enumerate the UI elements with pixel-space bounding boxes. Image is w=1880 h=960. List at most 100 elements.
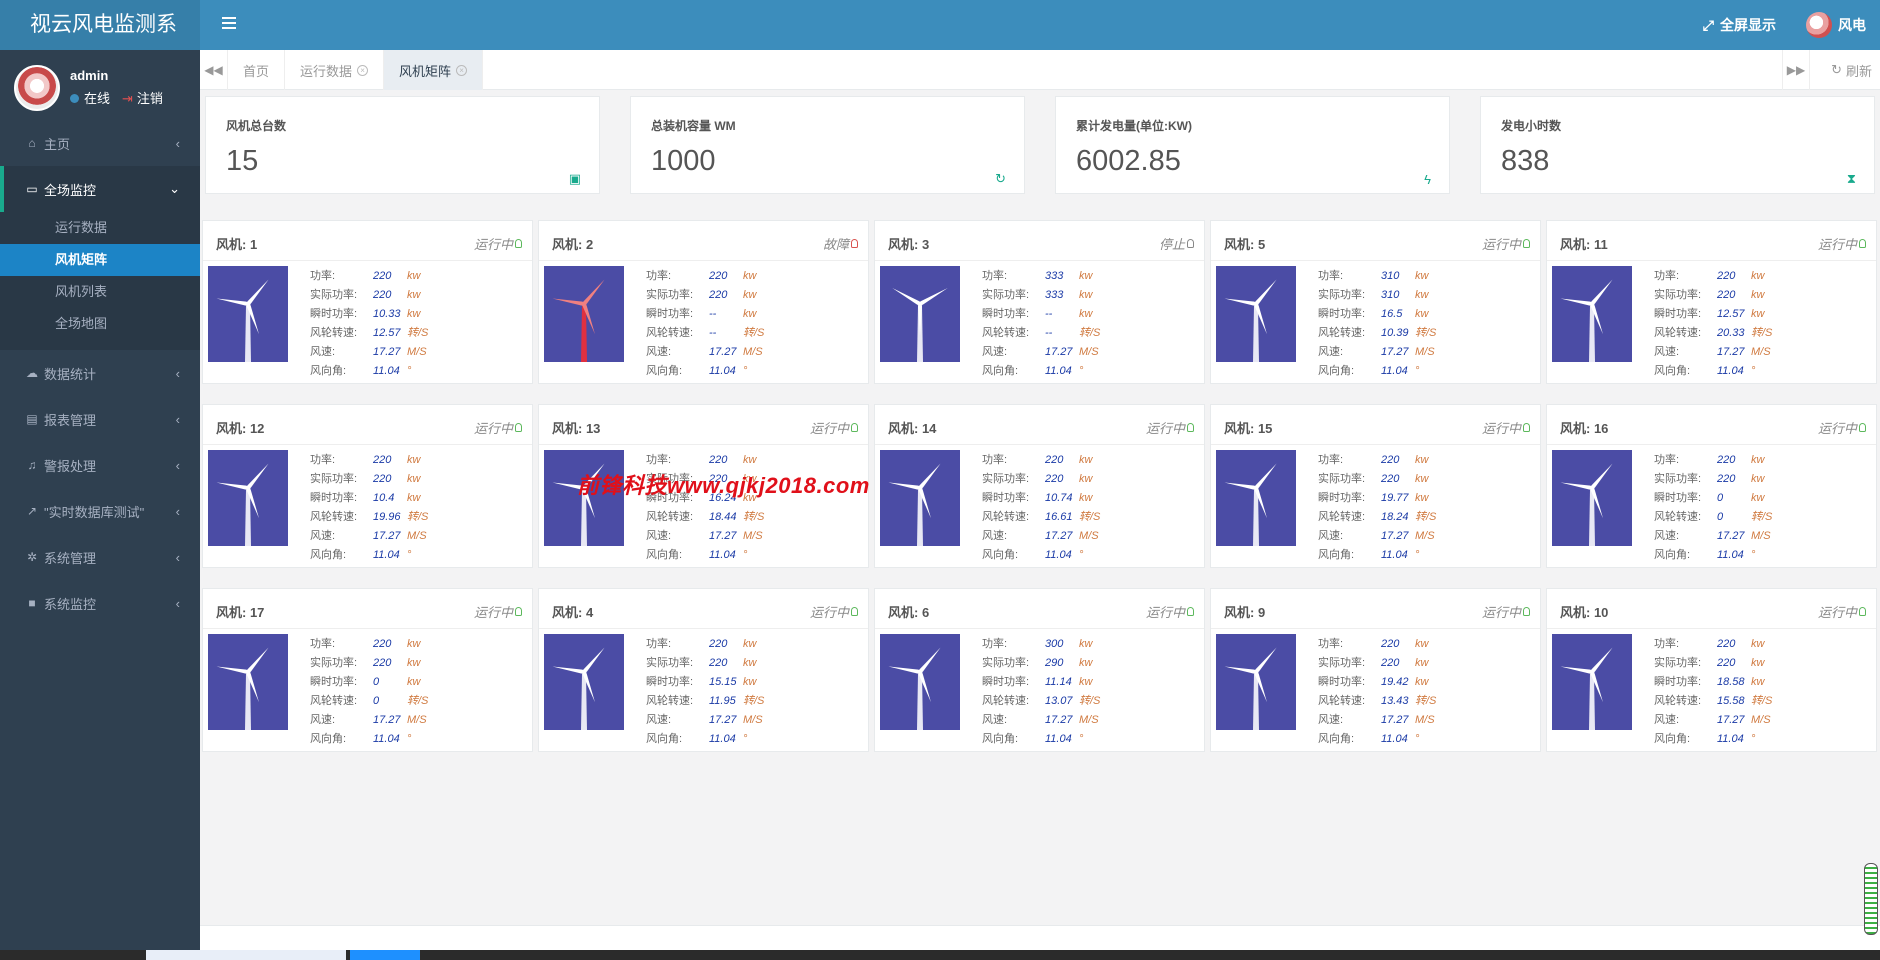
param-row: 瞬时功率: 0 kw [310, 673, 428, 692]
turbine-card[interactable]: 风机: 3 停止 功率: 333 kw 实际功率: 333 kw 瞬时功率: -- kw 风轮转速: -… [874, 220, 1205, 384]
param-unit: 转/S [743, 327, 765, 339]
turbine-card[interactable]: 风机: 5 运行中 功率: 310 kw 实际功率: 310 kw 瞬时功率: 16.5 kw 风轮转… [1210, 220, 1541, 384]
taskbar-active-app[interactable] [350, 950, 420, 960]
param-row: 风轮转速: 0 转/S [1654, 508, 1772, 527]
sidebar-item-monitor[interactable]: ▭ 全场监控 ⌄ [0, 166, 200, 212]
param-label: 实际功率: [1654, 657, 1702, 669]
logout-link[interactable]: ⇥ 注销 [122, 88, 163, 107]
turbine-card-header: 风机: 17 运行中 [203, 589, 532, 629]
param-unit: kw [407, 473, 421, 485]
refresh-button[interactable]: ↻ 刷新 [1831, 50, 1872, 90]
param-row: 实际功率: 220 kw [982, 470, 1100, 489]
param-row: 实际功率: 220 kw [310, 470, 428, 489]
param-value: -- [709, 327, 717, 339]
param-value: 220 [373, 473, 392, 485]
turbine-params: 功率: 220 kw 实际功率: 220 kw 瞬时功率: 10.74 kw 风轮转速: 16.61… [982, 451, 1100, 565]
taskbar-app[interactable] [146, 950, 346, 960]
param-row: 实际功率: 220 kw [310, 654, 428, 673]
expand-icon: ⤢ [1702, 16, 1714, 33]
param-row: 风轮转速: 16.61 转/S [982, 508, 1100, 527]
param-value: 13.43 [1381, 695, 1409, 707]
wind-turbine-icon [888, 647, 941, 730]
turbine-card[interactable]: 风机: 15 运行中 功率: 220 kw 实际功率: 220 kw 瞬时功率: 19.77 kw 风… [1210, 404, 1541, 568]
turbine-title: 风机: 9 [1224, 605, 1266, 620]
tabs-scroll-right-button[interactable]: ▶▶ [1782, 50, 1810, 90]
sidebar-item-realtime-db-test[interactable]: ↗ "实时数据库测试" ‹ [0, 488, 200, 534]
turbine-grid: 风机: 1 运行中 功率: 220 kw 实际功率: 220 kw 瞬时功率: 10.33 kw 风轮… [202, 220, 1880, 752]
menu-toggle-button[interactable] [222, 14, 244, 36]
double-right-icon: ▶▶ [1786, 63, 1806, 77]
sidebar-item-home[interactable]: ⌂ 主页 ‹ [0, 120, 200, 166]
param-value: 19.96 [373, 511, 401, 523]
param-unit: 转/S [743, 695, 765, 707]
avatar [1806, 12, 1832, 38]
sidebar-item-reports[interactable]: ▤ 报表管理 ‹ [0, 396, 200, 442]
turbine-card[interactable]: 风机: 4 运行中 功率: 220 kw 实际功率: 220 kw 瞬时功率: 15.15 kw 风轮… [538, 588, 869, 752]
tab-turbine-matrix[interactable]: 风机矩阵 × [384, 50, 484, 90]
turbine-card[interactable]: 风机: 10 运行中 功率: 220 kw 实际功率: 220 kw 瞬时功率: 18.58 kw 风… [1546, 588, 1877, 752]
user-menu[interactable]: 风电 [1806, 12, 1866, 38]
param-row: 瞬时功率: 10.33 kw [310, 305, 428, 324]
param-value: 220 [1717, 473, 1736, 485]
tab-run-data[interactable]: 运行数据 × [285, 50, 385, 90]
param-value: 0 [373, 695, 380, 707]
scrollbar-thumb[interactable] [1864, 863, 1878, 935]
param-unit: kw [1079, 473, 1093, 485]
param-value: 17.27 [1381, 346, 1409, 358]
turbine-card[interactable]: 风机: 1 运行中 功率: 220 kw 实际功率: 220 kw 瞬时功率: 10.33 kw 风轮… [202, 220, 533, 384]
param-unit: ° [1079, 549, 1084, 561]
param-unit: M/S [407, 346, 427, 358]
turbine-card[interactable]: 风机: 6 运行中 功率: 300 kw 实际功率: 290 kw 瞬时功率: 11.14 kw 风轮… [874, 588, 1205, 752]
tabs-scroll-left-button[interactable]: ◀◀ [200, 50, 228, 90]
turbine-params: 功率: 220 kw 实际功率: 220 kw 瞬时功率: 0 kw 风轮转速: 0 转/S 风速: 17… [310, 635, 428, 749]
close-icon[interactable]: × [456, 64, 468, 76]
turbine-card[interactable]: 风机: 16 运行中 功率: 220 kw 实际功率: 220 kw 瞬时功率: 0 kw 风轮转速:… [1546, 404, 1877, 568]
turbine-card[interactable]: 风机: 14 运行中 功率: 220 kw 实际功率: 220 kw 瞬时功率: 10.74 kw 风… [874, 404, 1205, 568]
tab-home[interactable]: 首页 [228, 50, 286, 90]
param-unit: 转/S [1751, 327, 1773, 339]
param-unit: ° [407, 365, 412, 377]
turbine-params: 功率: 220 kw 实际功率: 220 kw 瞬时功率: -- kw 风轮转速: -- 转/S 风速:… [646, 267, 764, 381]
sidebar-item-alarms[interactable]: ♫ 警报处理 ‹ [0, 442, 200, 488]
param-row: 实际功率: 333 kw [982, 286, 1100, 305]
param-value: 18.58 [1717, 676, 1745, 688]
app-title: 视云风电监测系 [0, 0, 200, 50]
turbine-card[interactable]: 风机: 12 运行中 功率: 220 kw 实际功率: 220 kw 瞬时功率: 10.4 kw 风轮… [202, 404, 533, 568]
param-row: 瞬时功率: 11.14 kw [982, 673, 1100, 692]
param-label: 功率: [982, 638, 1008, 650]
sidebar-subitem-run-data[interactable]: 运行数据 [0, 212, 200, 244]
bulb-icon [1523, 607, 1530, 616]
param-label: 风向角: [1654, 733, 1691, 745]
param-unit: 转/S [407, 511, 429, 523]
param-row: 风轮转速: 13.07 转/S [982, 692, 1100, 711]
param-label: 功率: [982, 270, 1008, 282]
param-row: 风向角: 11.04 ° [1318, 730, 1436, 749]
param-row: 风速: 17.27 M/S [646, 343, 764, 362]
turbine-card[interactable]: 风机: 9 运行中 功率: 220 kw 实际功率: 220 kw 瞬时功率: 19.42 kw 风轮… [1210, 588, 1541, 752]
sidebar-subitem-turbine-list[interactable]: 风机列表 [0, 276, 200, 308]
turbine-card[interactable]: 风机: 11 运行中 功率: 220 kw 实际功率: 220 kw 瞬时功率: 12.57 kw 风… [1546, 220, 1877, 384]
logout-icon: ⇥ [122, 91, 133, 106]
online-status: 在线 [70, 88, 110, 107]
param-label: 风速: [646, 530, 672, 542]
sidebar-item-system-monitor[interactable]: ■ 系统监控 ‹ [0, 580, 200, 626]
param-row: 风向角: 11.04 ° [310, 546, 428, 565]
param-label: 实际功率: [310, 657, 358, 669]
turbine-card[interactable]: 风机: 17 运行中功率: 220 kw 实际功率: 220 kw 瞬时功率: 0 kw 风轮转速:… [202, 588, 533, 752]
sidebar-item-statistics[interactable]: ☁ 数据统计 ‹ [0, 350, 200, 396]
bulb-icon [1187, 423, 1194, 432]
sidebar-subitem-site-map[interactable]: 全场地图 [0, 308, 200, 340]
param-label: 风轮转速: [646, 695, 694, 707]
wind-turbine-icon [1224, 647, 1277, 730]
sidebar-item-system-admin[interactable]: ✲ 系统管理 ‹ [0, 534, 200, 580]
close-icon[interactable]: × [357, 64, 369, 76]
fullscreen-button[interactable]: ⤢ 全屏显示 [1703, 15, 1776, 35]
sidebar-subitem-turbine-matrix[interactable]: 风机矩阵 [0, 244, 200, 276]
param-label: 风速: [982, 346, 1008, 358]
turbine-card[interactable]: 风机: 2 故障 功率: 220 kw 实际功率: 220 kw 瞬时功率: -- kw 风轮转速: -… [538, 220, 869, 384]
user-avatar [14, 65, 60, 111]
param-label: 风速: [1654, 714, 1680, 726]
param-row: 风轮转速: 15.58 转/S [1654, 692, 1772, 711]
param-value: 11.04 [373, 549, 400, 561]
param-label: 风速: [1318, 530, 1344, 542]
